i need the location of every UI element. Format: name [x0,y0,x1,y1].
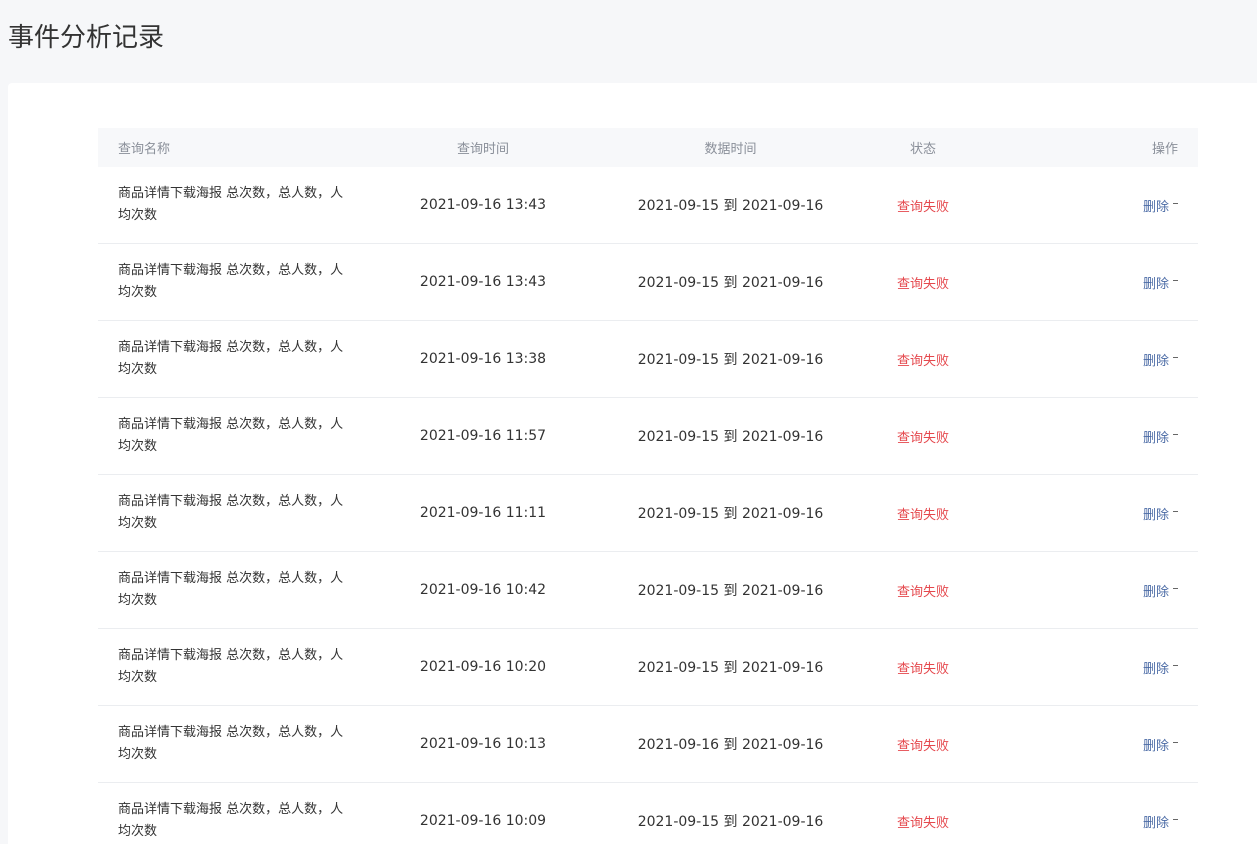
status-badge: 查询失败 [896,276,949,292]
row-name: 商品详情下载海报 总次数，总人数，人均次数 [118,725,344,762]
records-card: 查询名称 查询时间 数据时间 状态 操作 商品详情下载海报 总次数，总人数，人均… [8,83,1257,844]
row-name: 商品详情下载海报 总次数，总人数，人均次数 [118,648,344,685]
row-name: 商品详情下载海报 总次数，总人数，人均次数 [118,802,344,839]
delete-button[interactable]: 删除 [1143,658,1169,677]
dash-icon[interactable] [1173,202,1178,204]
row-data-time: 2021-09-15 到 2021-09-16 [637,583,824,599]
dash-icon[interactable] [1173,356,1178,358]
status-badge: 查询失败 [896,507,949,523]
row-name: 商品详情下载海报 总次数，总人数，人均次数 [118,340,344,377]
page: 事件分析记录 查询名称 查询时间 数据时间 状态 操作 商品详情下载海报 总次数… [0,0,1257,844]
row-data-time: 2021-09-16 到 2021-09-16 [637,737,824,753]
row-query-time: 2021-09-16 11:11 [419,505,547,521]
dash-icon[interactable] [1173,587,1178,589]
page-title: 事件分析记录 [8,23,165,53]
status-badge: 查询失败 [896,815,949,831]
records-table: 查询名称 查询时间 数据时间 状态 操作 商品详情下载海报 总次数，总人数，人均… [98,128,1198,844]
row-data-time: 2021-09-15 到 2021-09-16 [637,429,824,445]
header-name: 查询名称 [118,142,171,157]
row-query-time: 2021-09-16 10:42 [419,582,547,598]
delete-button[interactable]: 删除 [1143,735,1169,754]
dash-icon[interactable] [1173,279,1178,281]
row-data-time: 2021-09-15 到 2021-09-16 [637,352,824,368]
row-query-time: 2021-09-16 11:57 [419,428,547,444]
header-query-time: 查询时间 [456,142,509,157]
row-name: 商品详情下载海报 总次数，总人数，人均次数 [118,571,344,608]
dash-icon[interactable] [1173,433,1178,435]
delete-button[interactable]: 删除 [1143,350,1169,369]
table-row: 商品详情下载海报 总次数，总人数，人均次数 2021-09-16 11:57 2… [98,398,1198,475]
status-badge: 查询失败 [896,353,949,369]
row-data-time: 2021-09-15 到 2021-09-16 [637,198,824,214]
row-name: 商品详情下载海报 总次数，总人数，人均次数 [118,263,344,300]
table-header: 查询名称 查询时间 数据时间 状态 操作 [98,128,1198,167]
row-name: 商品详情下载海报 总次数，总人数，人均次数 [118,494,344,531]
row-data-time: 2021-09-15 到 2021-09-16 [637,275,824,291]
dash-icon[interactable] [1173,510,1178,512]
table-row: 商品详情下载海报 总次数，总人数，人均次数 2021-09-16 10:20 2… [98,629,1198,706]
table-row: 商品详情下载海报 总次数，总人数，人均次数 2021-09-16 11:11 2… [98,475,1198,552]
table-row: 商品详情下载海报 总次数，总人数，人均次数 2021-09-16 10:42 2… [98,552,1198,629]
row-query-time: 2021-09-16 10:20 [419,659,547,675]
delete-button[interactable]: 删除 [1143,427,1169,446]
dash-icon[interactable] [1173,818,1178,820]
row-query-time: 2021-09-16 13:43 [419,197,547,213]
row-name: 商品详情下载海报 总次数，总人数，人均次数 [118,417,344,454]
row-data-time: 2021-09-15 到 2021-09-16 [637,660,824,676]
table-row: 商品详情下载海报 总次数，总人数，人均次数 2021-09-16 10:09 2… [98,783,1198,844]
table-row: 商品详情下载海报 总次数，总人数，人均次数 2021-09-16 13:43 2… [98,244,1198,321]
delete-button[interactable]: 删除 [1143,196,1169,215]
table-row: 商品详情下载海报 总次数，总人数，人均次数 2021-09-16 13:43 2… [98,167,1198,244]
row-data-time: 2021-09-15 到 2021-09-16 [637,506,824,522]
dash-icon[interactable] [1173,741,1178,743]
status-badge: 查询失败 [896,199,949,215]
status-badge: 查询失败 [896,738,949,754]
dash-icon[interactable] [1173,664,1178,666]
row-query-time: 2021-09-16 13:38 [419,351,547,367]
row-query-time: 2021-09-16 10:13 [419,736,547,752]
header-status: 状态 [909,142,936,157]
header-data-time: 数据时间 [704,142,757,157]
table-row: 商品详情下载海报 总次数，总人数，人均次数 2021-09-16 13:38 2… [98,321,1198,398]
row-data-time: 2021-09-15 到 2021-09-16 [637,814,824,830]
delete-button[interactable]: 删除 [1143,812,1169,831]
delete-button[interactable]: 删除 [1143,581,1169,600]
status-badge: 查询失败 [896,584,949,600]
page-header: 事件分析记录 [0,0,1257,83]
row-query-time: 2021-09-16 13:43 [419,274,547,290]
header-operation: 操作 [1151,142,1178,157]
row-name: 商品详情下载海报 总次数，总人数，人均次数 [118,186,344,223]
status-badge: 查询失败 [896,430,949,446]
delete-button[interactable]: 删除 [1143,504,1169,523]
status-badge: 查询失败 [896,661,949,677]
table-row: 商品详情下载海报 总次数，总人数，人均次数 2021-09-16 10:13 2… [98,706,1198,783]
row-query-time: 2021-09-16 10:09 [419,813,547,829]
delete-button[interactable]: 删除 [1143,273,1169,292]
